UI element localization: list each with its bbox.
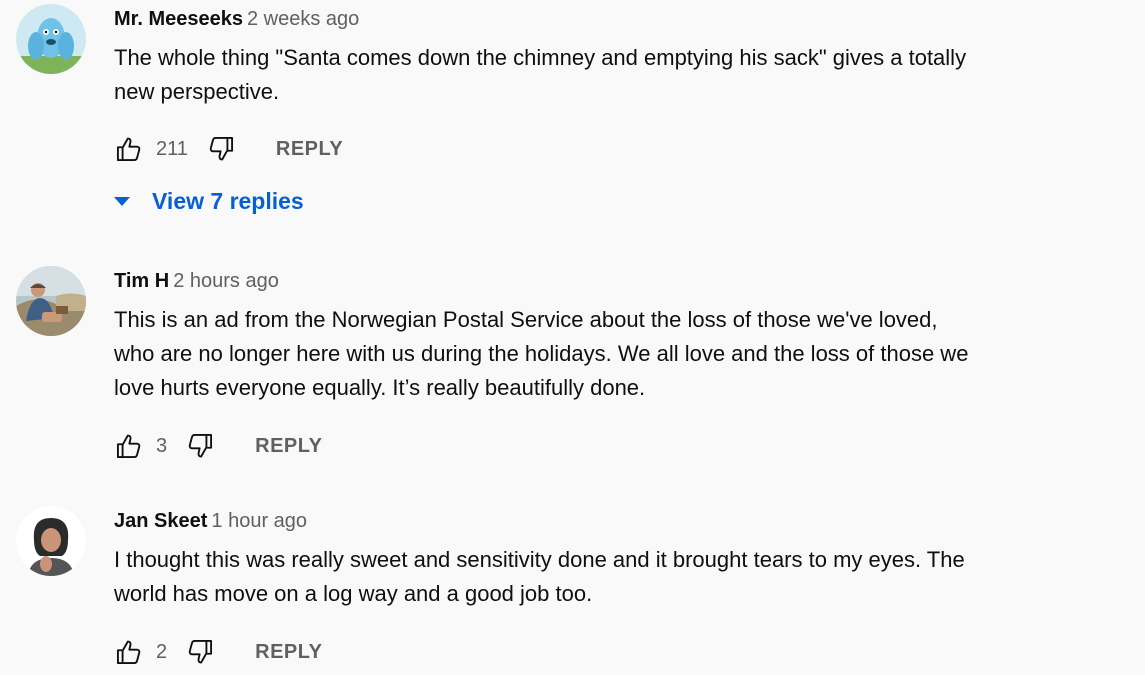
comment-text-line: The whole thing "Santa comes down the ch… bbox=[114, 45, 967, 70]
comment-text: This is an ad from the Norwegian Postal … bbox=[114, 303, 1115, 405]
comment-text: I thought this was really sweet and sens… bbox=[114, 543, 1115, 611]
reply-button[interactable]: REPLY bbox=[255, 435, 322, 458]
comment-actions: 2 REPLY bbox=[114, 637, 322, 667]
comment-text-line: love hurts everyone equally. It’s really… bbox=[114, 375, 646, 400]
view-replies-label: View 7 replies bbox=[152, 187, 304, 214]
comment-timestamp[interactable]: 1 hour ago bbox=[211, 510, 307, 532]
comment-text-line: who are no longer here with us during th… bbox=[114, 341, 969, 366]
thumbs-down-icon bbox=[188, 639, 213, 664]
comment-timestamp[interactable]: 2 hours ago bbox=[173, 270, 279, 292]
avatar[interactable] bbox=[16, 266, 86, 336]
comment-actions: 211 REPLY bbox=[114, 134, 343, 164]
comment-author[interactable]: Mr. Meeseeks bbox=[114, 8, 243, 30]
like-count: 3 bbox=[156, 434, 168, 457]
photo-avatar-icon bbox=[16, 266, 86, 336]
thumbs-down-icon bbox=[188, 433, 213, 458]
like-button[interactable] bbox=[114, 431, 144, 461]
meeseeks-avatar-icon bbox=[16, 4, 86, 74]
like-count: 211 bbox=[156, 137, 188, 160]
thumbs-up-icon bbox=[116, 137, 141, 162]
comment-text-line: This is an ad from the Norwegian Postal … bbox=[114, 307, 938, 332]
dislike-button[interactable] bbox=[185, 431, 215, 461]
dislike-button[interactable] bbox=[206, 134, 236, 164]
reply-button[interactable]: REPLY bbox=[276, 138, 343, 161]
thumbs-up-icon bbox=[116, 640, 141, 665]
reply-button[interactable]: REPLY bbox=[255, 641, 322, 664]
avatar[interactable] bbox=[16, 4, 86, 74]
comment-text-line: I thought this was really sweet and sens… bbox=[114, 547, 965, 572]
photo-avatar-icon bbox=[16, 506, 86, 576]
like-button[interactable] bbox=[114, 134, 144, 164]
caret-down-icon bbox=[114, 196, 130, 206]
comment-author[interactable]: Tim H bbox=[114, 270, 169, 292]
comment-text-line: world has move on a log way and a good j… bbox=[114, 581, 593, 606]
thumbs-down-icon bbox=[209, 136, 233, 161]
comment-author[interactable]: Jan Skeet bbox=[114, 510, 207, 532]
comment-text: The whole thing "Santa comes down the ch… bbox=[114, 41, 1115, 109]
thumbs-up-icon bbox=[116, 434, 141, 459]
avatar[interactable] bbox=[16, 506, 86, 576]
like-button[interactable] bbox=[114, 637, 144, 667]
comment-timestamp[interactable]: 2 weeks ago bbox=[247, 8, 359, 30]
dislike-button[interactable] bbox=[185, 637, 215, 667]
view-replies-button[interactable]: View 7 replies bbox=[110, 184, 304, 218]
comment-text-line: new perspective. bbox=[114, 79, 280, 104]
comment-actions: 3 REPLY bbox=[114, 431, 322, 461]
like-count: 2 bbox=[156, 640, 168, 663]
